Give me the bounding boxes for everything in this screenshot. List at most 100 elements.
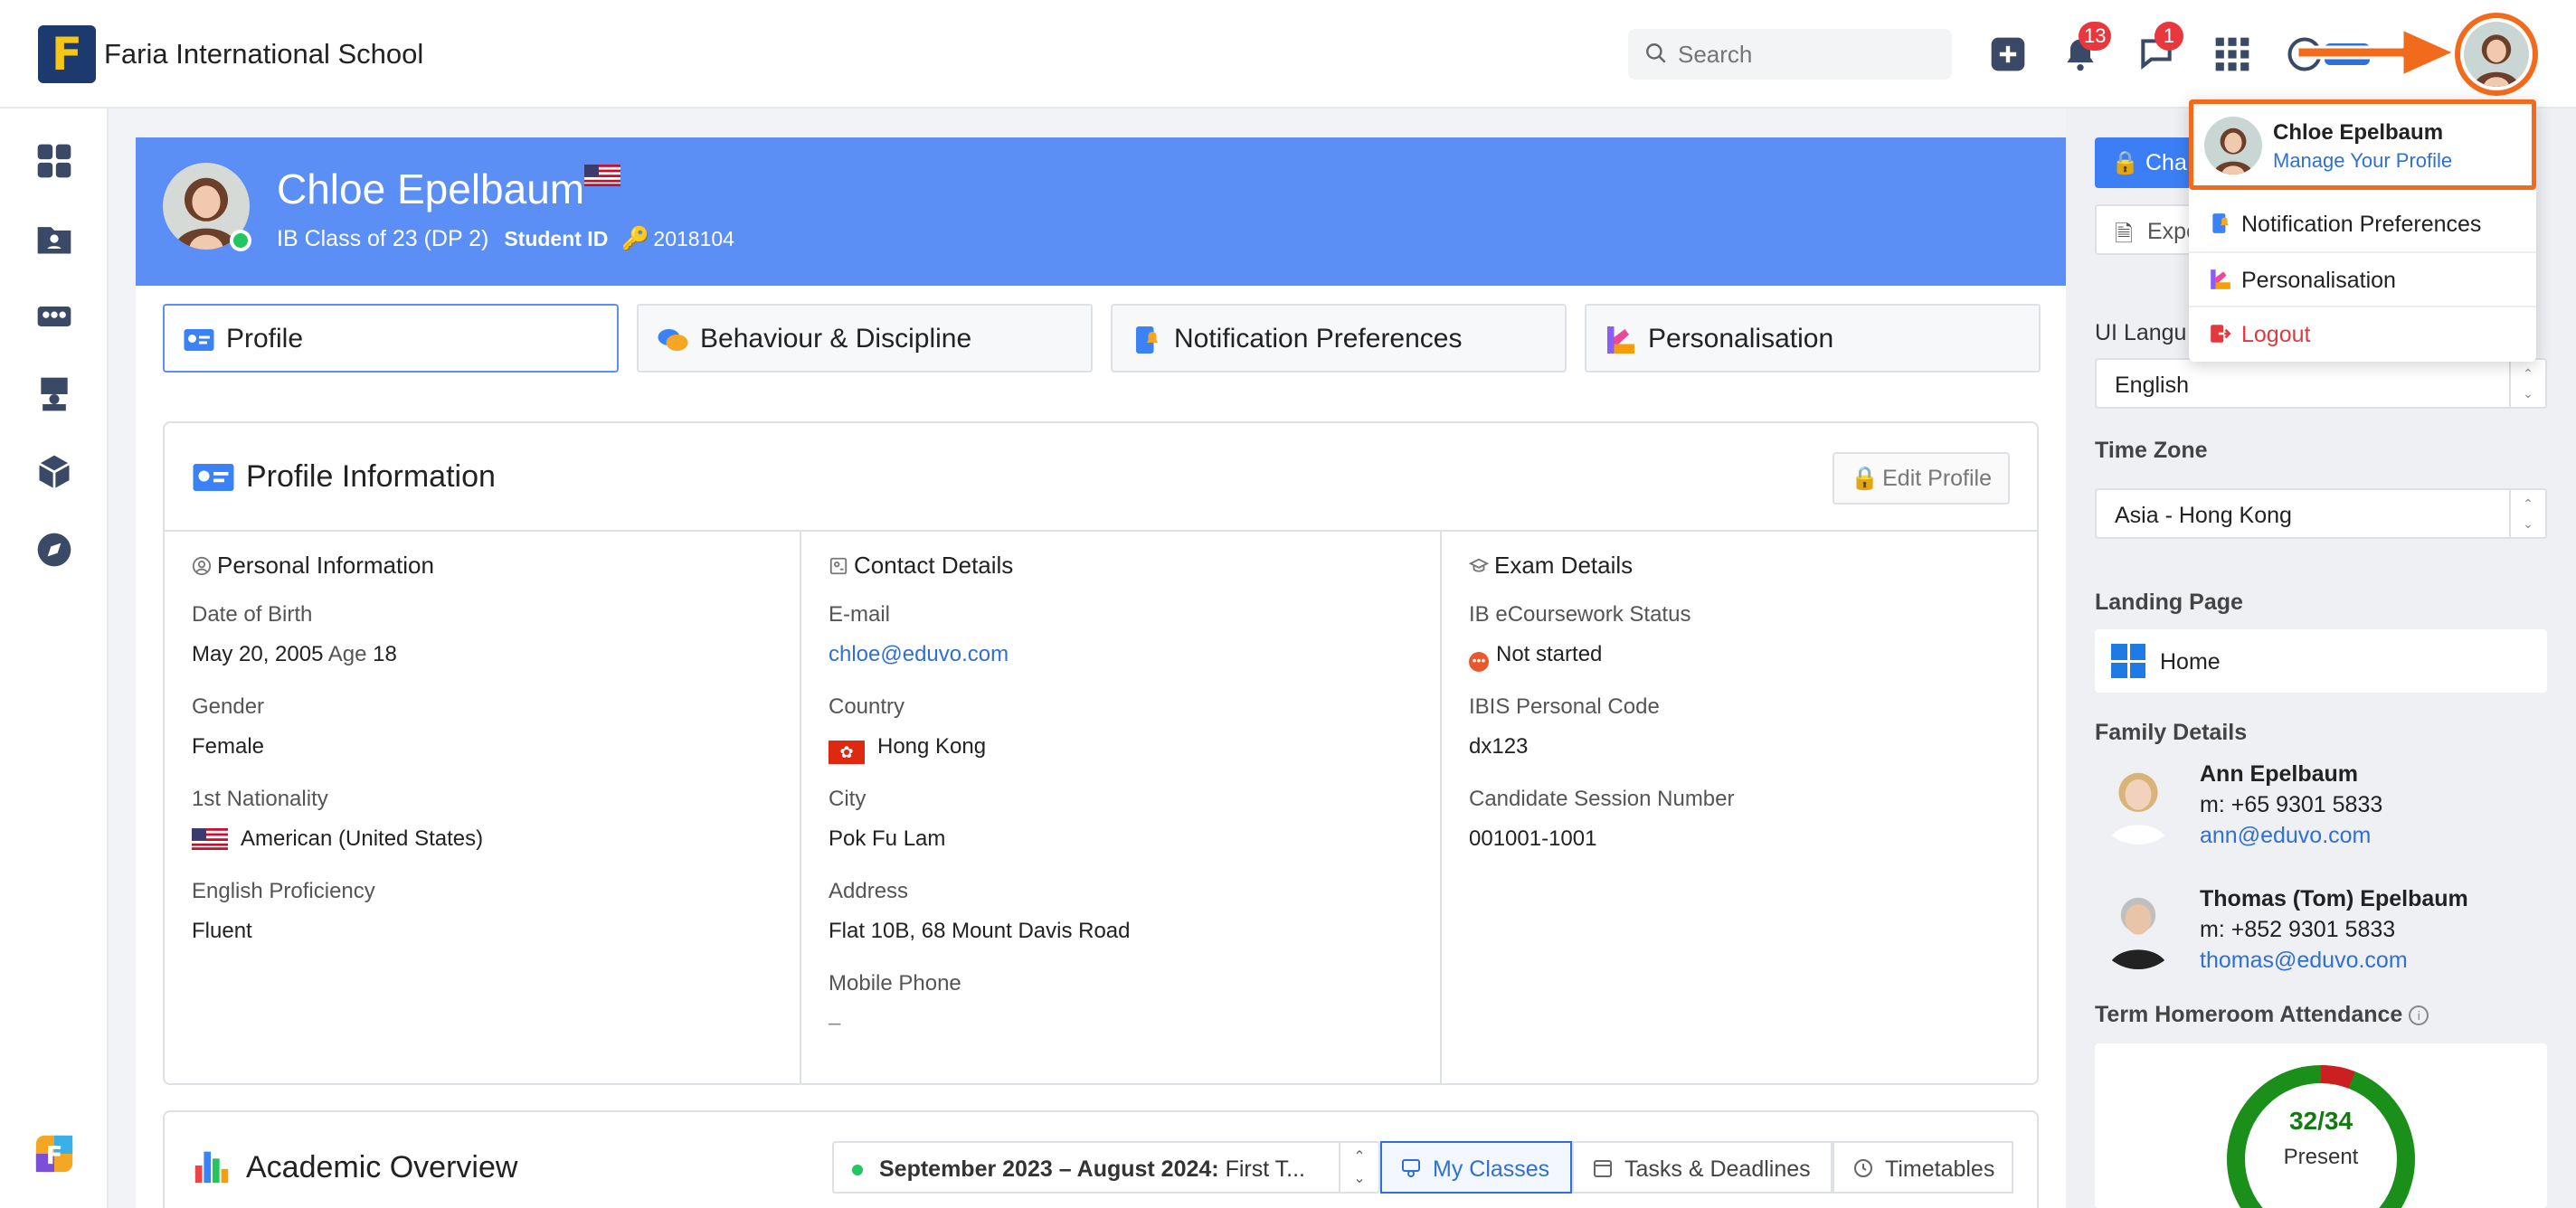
chat-bubbles-icon	[658, 329, 688, 351]
gender-label: Gender	[192, 694, 265, 719]
term-active-dot	[852, 1165, 863, 1175]
menu-item-label: Personalisation	[2241, 268, 2396, 293]
candidate-label: Candidate Session Number	[1469, 787, 1735, 811]
contact-details-title: Contact Details	[854, 552, 1014, 579]
attendance-value: 32/34	[2288, 1107, 2353, 1135]
ui-language-select[interactable]: English ⌃ ⌄	[2095, 358, 2547, 409]
us-flag-icon	[584, 165, 620, 186]
country-text: Hong Kong	[877, 734, 987, 759]
avatar	[2204, 117, 2262, 175]
dob-label: Date of Birth	[192, 602, 313, 627]
ecoursework-value: ••• Not started	[1469, 642, 1602, 672]
exam-details-column: Exam Details IB eCoursework Status ••• No…	[1440, 532, 2039, 1085]
orange-arrow-annotation	[2296, 27, 2457, 78]
parent-mobile: m: +65 9301 5833	[2200, 792, 2383, 817]
top-bar: F Faria International School 13 1	[0, 0, 2576, 109]
age-label: Age	[327, 642, 367, 666]
phone-bell-icon	[2212, 213, 2229, 233]
menu-notification-preferences[interactable]: Notification Preferences	[2189, 197, 2536, 251]
tab-behaviour[interactable]: Behaviour & Discipline	[637, 304, 1093, 373]
landing-page-label: Landing Page	[2095, 590, 2243, 615]
student-id-label: Student ID	[504, 227, 609, 250]
tab-label: Notification Preferences	[1174, 324, 1463, 354]
export-button[interactable]: 🗎 Expo	[2095, 204, 2203, 255]
info-icon[interactable]: i	[2409, 1005, 2429, 1025]
menu-logout[interactable]: Logout	[2189, 306, 2536, 360]
email-link[interactable]: chloe@eduvo.com	[829, 642, 1009, 667]
classes-icon[interactable]	[34, 297, 74, 336]
profile-information-card: Profile Information 🔒 Edit Profile Person…	[163, 421, 2039, 1085]
search-input[interactable]	[1678, 38, 1940, 71]
tab-profile[interactable]: Profile	[163, 304, 619, 373]
school-logo[interactable]: F	[38, 25, 96, 83]
age-value: 18	[373, 642, 397, 666]
parent-email-link[interactable]: ann@eduvo.com	[2200, 823, 2371, 849]
select-chevrons-icon: ⌃ ⌄	[2509, 490, 2545, 537]
edit-profile-button[interactable]: 🔒 Edit Profile	[1833, 452, 2010, 505]
my-classes-button[interactable]: My Classes	[1380, 1141, 1572, 1194]
select-chevrons-icon: ⌃ ⌄	[1339, 1143, 1378, 1192]
profile-banner: Chloe Epelbaum IB Class of 23 (DP 2) Stu…	[136, 137, 2066, 286]
us-flag-icon	[192, 828, 228, 850]
card-title: Profile Information	[246, 459, 496, 494]
classes-icon	[1402, 1159, 1420, 1177]
left-sidebar: F	[0, 109, 109, 1208]
attendance-label: Term Homeroom Attendance i	[2095, 1002, 2429, 1028]
notifications-badge: 13	[2079, 22, 2112, 51]
change-password-button[interactable]: 🔒 Cha	[2095, 137, 2203, 188]
exam-details-title: Exam Details	[1494, 552, 1634, 579]
compass-icon[interactable]	[34, 530, 74, 570]
attendance-present-arc	[2227, 1065, 2415, 1208]
english-value: Fluent	[192, 919, 252, 943]
tab-notification-preferences[interactable]: Notification Preferences	[1111, 304, 1567, 373]
cube-icon[interactable]	[34, 452, 74, 492]
ibis-label: IBIS Personal Code	[1469, 694, 1660, 719]
manage-profile-item[interactable]: Chloe Epelbaum Manage Your Profile	[2189, 99, 2536, 190]
email-label: E-mail	[829, 602, 891, 627]
timetables-button[interactable]: Timetables	[1833, 1141, 2013, 1194]
lock-icon: 🔒	[2111, 150, 2140, 175]
term-name: First T...	[1218, 1156, 1305, 1182]
menu-item-label: Logout	[2241, 322, 2311, 347]
search-box[interactable]	[1628, 29, 1952, 80]
parent-mobile: m: +852 9301 5833	[2200, 917, 2396, 942]
nationality-text: American (United States)	[241, 826, 484, 851]
student-folder-icon[interactable]	[34, 219, 74, 259]
menu-personalisation[interactable]: Personalisation	[2189, 251, 2536, 306]
parent-name: Ann Epelbaum	[2200, 761, 2359, 787]
term-range: September 2023 – August 2024:	[879, 1156, 1219, 1182]
tasks-deadlines-button[interactable]: Tasks & Deadlines	[1572, 1141, 1833, 1194]
tab-label: Profile	[226, 324, 304, 354]
tab-label: Behaviour & Discipline	[700, 324, 972, 354]
student-id-value: 2018104	[653, 227, 734, 250]
main-content: Profile Behaviour & Discipline Notificat…	[136, 286, 2066, 1208]
student-class: IB Class of 23 (DP 2)	[277, 226, 489, 251]
faria-app-icon[interactable]: F	[34, 1134, 74, 1174]
add-icon[interactable]	[1988, 34, 2028, 74]
parent-email-link[interactable]: thomas@eduvo.com	[2200, 948, 2408, 974]
avatar	[2464, 22, 2529, 87]
student-name: Chloe Epelbaum	[277, 165, 585, 212]
id-card-icon	[193, 464, 234, 491]
button-label: Tasks & Deadlines	[1624, 1156, 1811, 1182]
dob-text: May 20, 2005	[192, 642, 324, 666]
landing-page-select[interactable]: Home	[2095, 629, 2547, 693]
ui-language-value: English	[2115, 373, 2189, 398]
apps-grid-icon[interactable]	[2212, 34, 2252, 74]
tab-personalisation[interactable]: Personalisation	[1585, 304, 2041, 373]
country-value: ✿ Hong Kong	[829, 734, 986, 764]
user-avatar-button[interactable]	[2455, 13, 2538, 96]
school-name[interactable]: Faria International School	[104, 38, 423, 71]
dashboard-icon[interactable]	[34, 141, 74, 181]
personal-information-column: Personal Information Date of Birth May 2…	[165, 532, 800, 1085]
manage-profile-link[interactable]: Manage Your Profile	[2273, 149, 2452, 173]
teacher-icon[interactable]	[34, 374, 74, 414]
online-status-dot	[230, 230, 251, 251]
windows-icon	[2111, 644, 2145, 678]
timezone-select[interactable]: Asia - Hong Kong ⌃ ⌄	[2095, 488, 2547, 539]
messages-badge: 1	[2155, 22, 2183, 51]
ecoursework-text: Not started	[1496, 642, 1603, 666]
term-select[interactable]: September 2023 – August 2024: First T...…	[832, 1141, 1380, 1194]
student-class-line: IB Class of 23 (DP 2) Student ID 🔑 201810…	[277, 226, 734, 252]
english-label: English Proficiency	[192, 879, 375, 903]
